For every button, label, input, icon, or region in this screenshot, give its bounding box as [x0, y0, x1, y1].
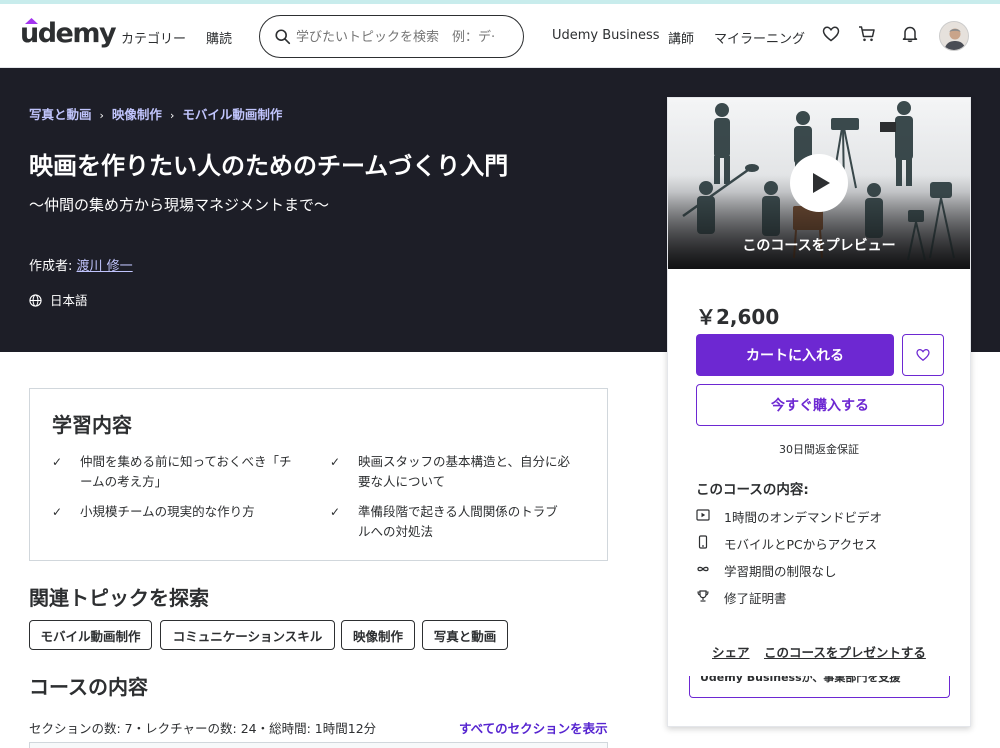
- include-item-label: 1時間のオンデマンドビデオ: [724, 510, 882, 525]
- course-content-title: コースの内容: [29, 675, 148, 699]
- topic-button[interactable]: 写真と動画: [422, 620, 508, 650]
- avatar-portrait-icon: [940, 22, 968, 50]
- learn-item-text: 準備段階で起きる人間関係のトラブルへの対処法: [358, 504, 558, 539]
- include-item-label: モバイルとPCからアクセス: [724, 537, 878, 552]
- section-accordion-row[interactable]: [29, 742, 608, 748]
- check-icon: ✓: [330, 505, 341, 519]
- course-title: 映画を作りたい人のためのチームづくり入門: [29, 152, 509, 180]
- infinity-icon: [697, 566, 709, 572]
- money-back-guarantee: 30日間返金保証: [779, 443, 859, 456]
- search-input[interactable]: [296, 27, 518, 47]
- wishlist-button[interactable]: [902, 334, 944, 376]
- related-topics-title: 関連トピックを探索: [29, 586, 209, 610]
- show-all-sections-link[interactable]: すべてのセクションを表示: [459, 718, 608, 737]
- chevron-right-icon: ›: [99, 109, 104, 122]
- nav-categories[interactable]: カテゴリー: [121, 28, 186, 47]
- learn-item-text: 小規模チームの現実的な作り方: [80, 504, 255, 519]
- topic-button[interactable]: 映像制作: [341, 620, 415, 650]
- nav-udemy-business[interactable]: Udemy Business: [552, 28, 660, 43]
- author-line: 作成者: 渡川 修一: [29, 255, 133, 274]
- author-label: 作成者:: [29, 259, 73, 274]
- mobile-icon: [698, 535, 708, 549]
- gift-course-link[interactable]: このコースをプレゼントする: [764, 642, 926, 661]
- purchase-card: このコースをプレビュー ￥2,600 カートに入れる 今すぐ購入する 30日間返…: [667, 97, 971, 727]
- language-info: 日本語: [29, 290, 88, 309]
- play-button[interactable]: [790, 154, 848, 212]
- globe-icon: [29, 294, 42, 307]
- learn-item: ✓ 準備段階で起きる人間関係のトラブルへの対処法: [330, 502, 570, 542]
- bell-icon[interactable]: [900, 24, 920, 44]
- search-bar[interactable]: [259, 15, 524, 58]
- breadcrumb: 写真と動画 › 映像制作 › モバイル動画制作: [29, 104, 282, 123]
- play-icon: [813, 173, 830, 193]
- author-link[interactable]: 渡川 修一: [77, 259, 133, 274]
- learn-item-text: 映画スタッフの基本構造と、自分に必要な人について: [358, 454, 571, 489]
- learn-title: 学習内容: [52, 413, 132, 437]
- include-item-label: 修了証明書: [724, 591, 787, 606]
- udemy-business-text: Udemy Businessが、事業部門を支援: [700, 676, 901, 684]
- breadcrumb-item[interactable]: 写真と動画: [29, 107, 92, 122]
- udemy-business-box[interactable]: Udemy Businessが、事業部門を支援: [689, 676, 950, 698]
- includes-title: このコースの内容:: [696, 482, 809, 498]
- language-label: 日本語: [50, 293, 88, 308]
- check-icon: ✓: [52, 505, 63, 519]
- avatar[interactable]: [939, 21, 969, 51]
- search-icon[interactable]: [274, 28, 292, 46]
- course-preview[interactable]: このコースをプレビュー: [668, 98, 970, 269]
- nav-subscribe[interactable]: 購読: [206, 28, 232, 47]
- trophy-icon: [697, 590, 709, 602]
- chevron-right-icon: ›: [169, 109, 175, 122]
- include-item-label: 学習期間の制限なし: [724, 564, 837, 579]
- course-subtitle: 〜仲間の集め方から現場マネジメントまで〜: [29, 196, 330, 214]
- check-icon: ✓: [330, 455, 341, 469]
- breadcrumb-item[interactable]: 映像制作: [112, 107, 162, 122]
- breadcrumb-item[interactable]: モバイル動画制作: [182, 107, 282, 122]
- topic-button[interactable]: モバイル動画制作: [29, 620, 152, 650]
- heart-icon[interactable]: [821, 24, 841, 44]
- nav-instructor[interactable]: 講師: [668, 28, 694, 47]
- nav-my-learning[interactable]: マイラーニング: [714, 28, 805, 47]
- check-icon: ✓: [52, 455, 63, 469]
- course-content-meta: セクションの数: 7・レクチャーの数: 24・総時間: 1時間12分: [29, 721, 377, 736]
- learn-item-text: 仲間を集める前に知っておくべき「チームの考え方」: [80, 454, 292, 489]
- learn-item: ✓ 映画スタッフの基本構造と、自分に必要な人について: [330, 452, 570, 492]
- what-you-will-learn-box: 学習内容 ✓ 仲間を集める前に知っておくべき「チームの考え方」 ✓ 映画スタッフの基…: [29, 388, 608, 561]
- share-link[interactable]: シェア: [712, 642, 750, 661]
- learn-item: ✓ 仲間を集める前に知っておくべき「チームの考え方」: [52, 452, 292, 492]
- cart-icon[interactable]: [857, 24, 877, 44]
- learn-item: ✓ 小規模チームの現実的な作り方: [52, 502, 292, 522]
- preview-label: このコースをプレビュー: [742, 238, 896, 254]
- video-icon: [696, 509, 710, 521]
- top-navigation-bar: udemy カテゴリー 購読 Udemy Business 講師 マイラーニング: [0, 4, 1000, 68]
- course-price: ￥2,600: [696, 305, 780, 329]
- add-to-cart-button[interactable]: カートに入れる: [696, 334, 894, 376]
- buy-now-button[interactable]: 今すぐ購入する: [696, 384, 944, 426]
- heart-icon: [916, 348, 930, 362]
- topic-button[interactable]: コミュニケーションスキル: [160, 620, 335, 650]
